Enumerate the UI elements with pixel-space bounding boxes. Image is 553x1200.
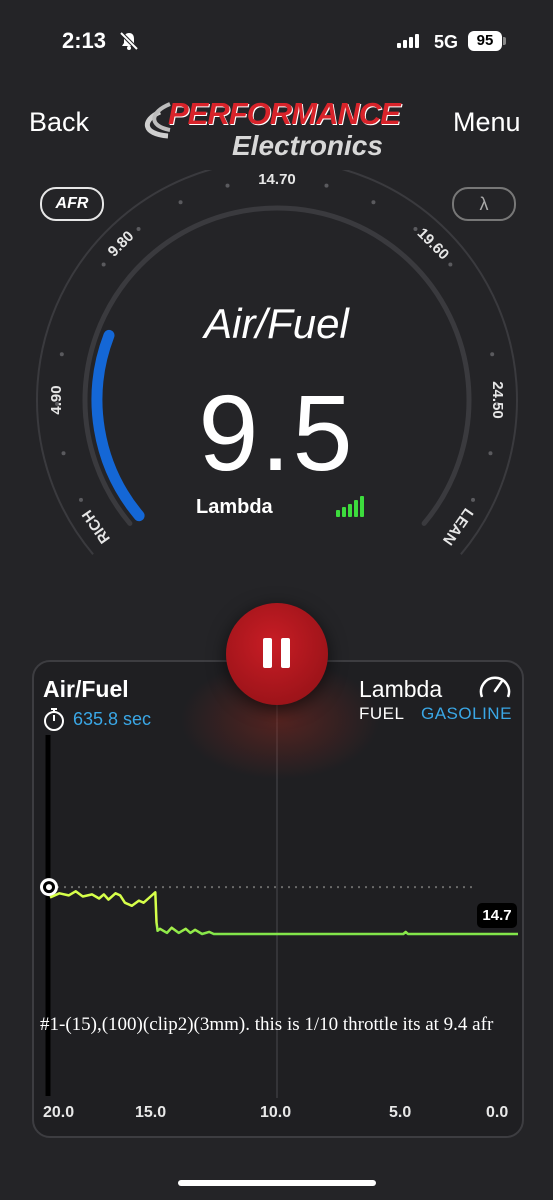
pause-button[interactable] <box>226 603 328 705</box>
x-tick-label: 10.0 <box>260 1104 292 1121</box>
speedometer-icon[interactable] <box>477 671 513 703</box>
stopwatch-icon <box>44 708 64 731</box>
pause-icon-bar <box>281 638 290 668</box>
elapsed-time: 635.8 sec <box>73 709 152 729</box>
reference-marker-icon <box>40 878 58 897</box>
fuel-label: FUEL <box>359 704 405 723</box>
pause-icon <box>263 638 272 668</box>
x-tick-label: 5.0 <box>389 1104 412 1121</box>
reference-value-badge: 14.7 <box>477 903 517 928</box>
x-tick-label: 20.0 <box>43 1104 75 1121</box>
user-note: #1-(15),(100)(clip2)(3mm). this is 1/10 … <box>40 1014 494 1035</box>
fuel-type[interactable]: GASOLINE <box>421 704 512 724</box>
x-tick-label: 0.0 <box>486 1104 509 1121</box>
chart-title: Air/Fuel <box>43 676 129 702</box>
air-fuel-series-line <box>49 890 518 936</box>
lambda-label: Lambda <box>359 676 443 702</box>
home-indicator[interactable] <box>178 1180 376 1186</box>
x-tick-label: 15.0 <box>135 1104 167 1121</box>
